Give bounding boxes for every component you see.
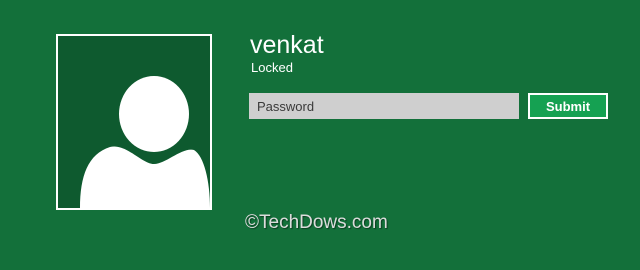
default-user-silhouette-icon bbox=[80, 76, 210, 208]
username-label: venkat bbox=[250, 31, 324, 59]
user-avatar bbox=[56, 34, 212, 210]
submit-button[interactable]: Submit bbox=[528, 93, 608, 119]
password-input[interactable] bbox=[249, 93, 519, 119]
account-status-label: Locked bbox=[251, 60, 293, 75]
watermark: ©TechDows.com bbox=[245, 212, 388, 233]
